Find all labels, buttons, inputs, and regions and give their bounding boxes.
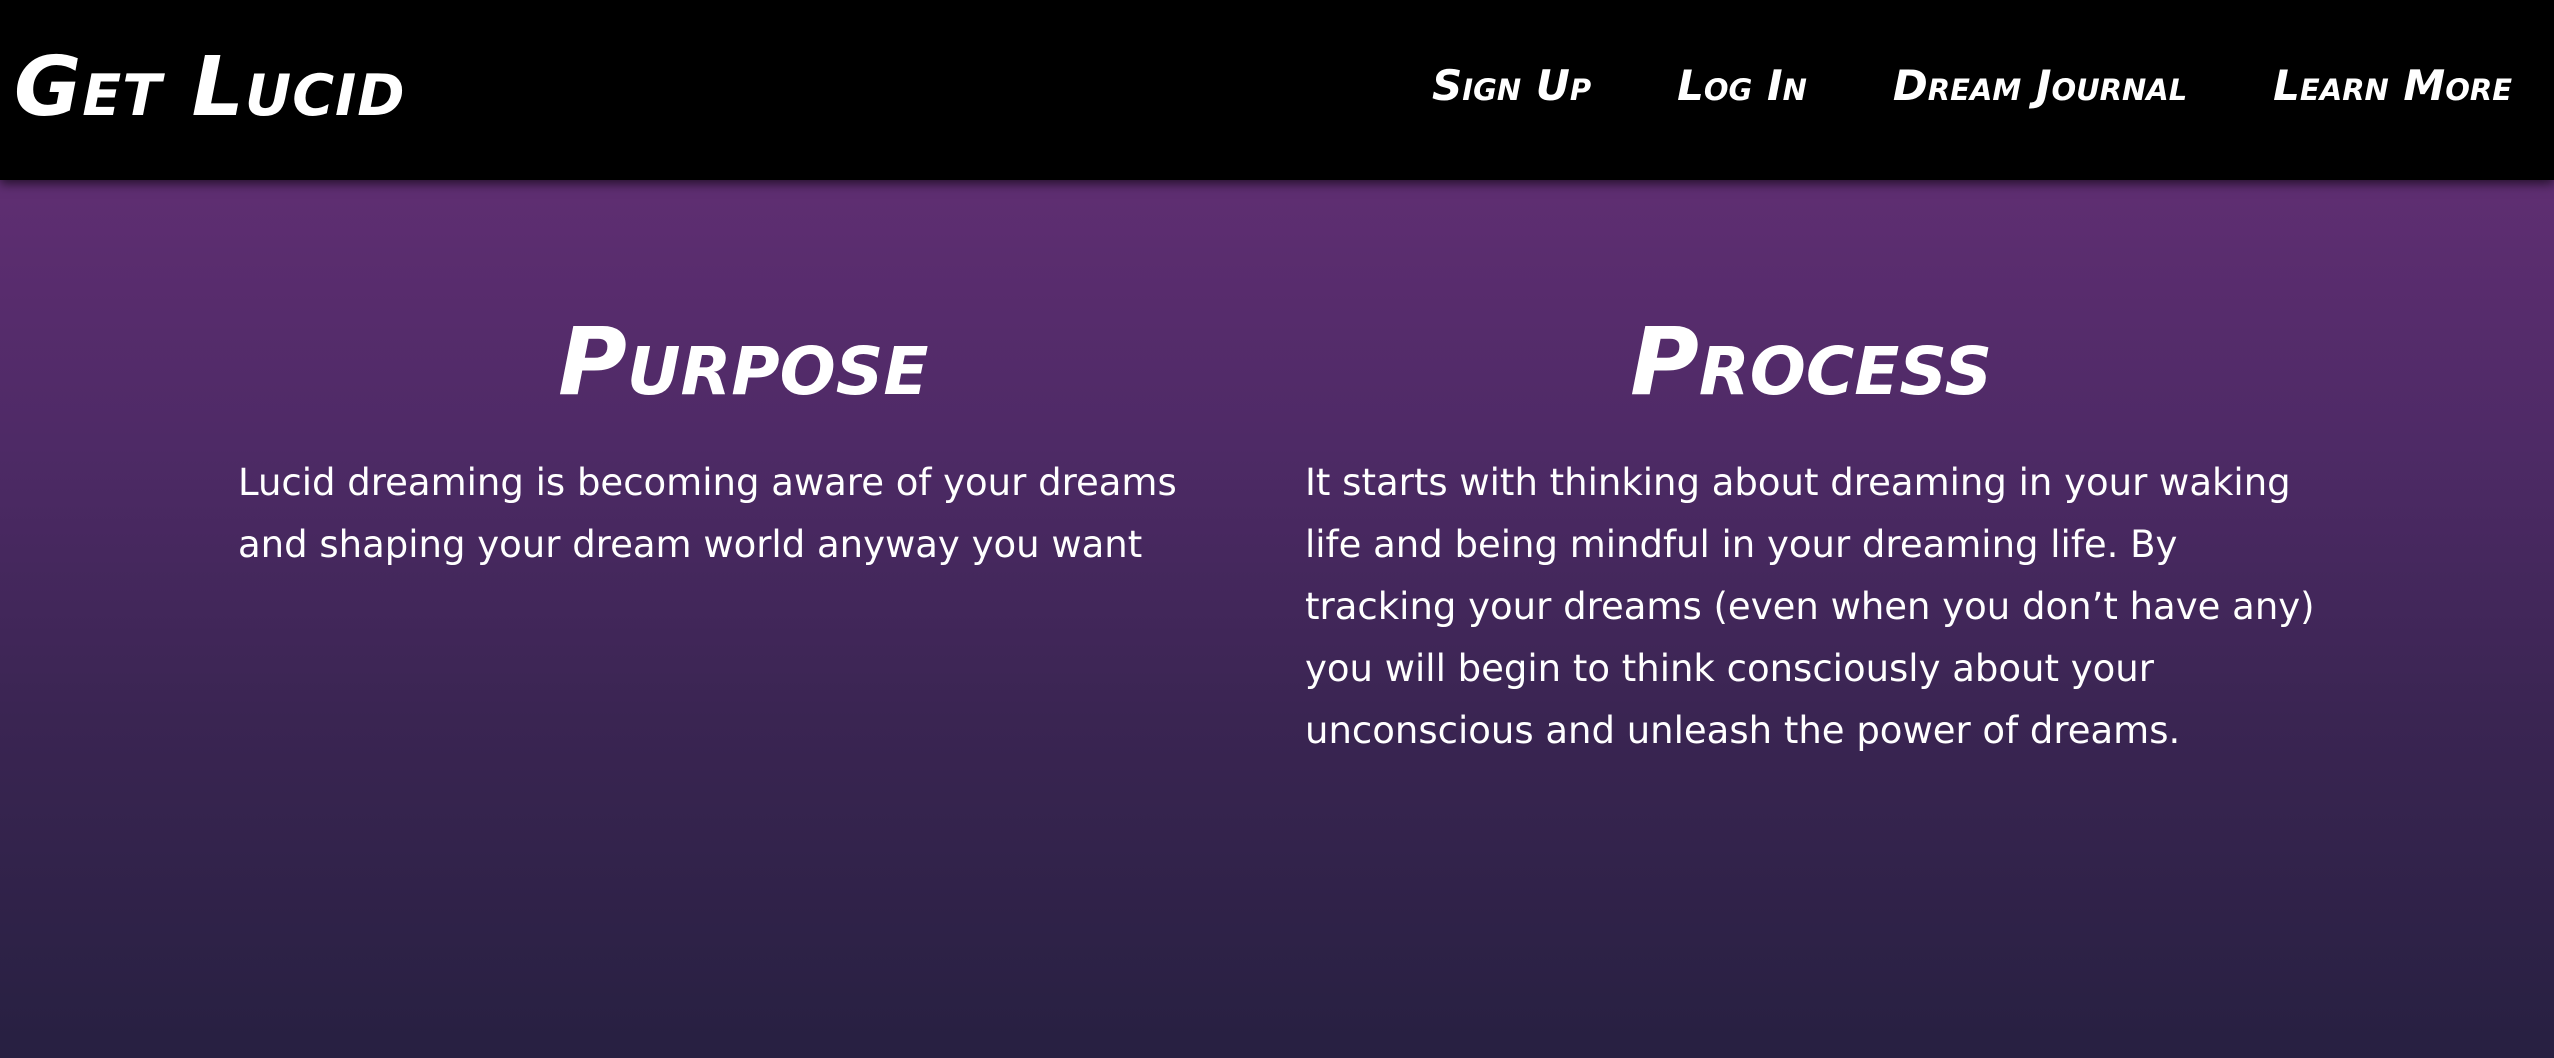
nav-link-learn-more[interactable]: Learn More [2273, 56, 2512, 116]
brand-logo-link[interactable]: Get Lucid [14, 38, 406, 138]
purpose-text: Lucid dreaming is becoming aware of your… [238, 461, 1177, 566]
navbar: Get Lucid Sign Up Log In Dream Journal L… [0, 0, 2554, 180]
nav-link-dream-journal[interactable]: Dream Journal [1893, 56, 2187, 116]
nav-link-log-in[interactable]: Log In [1677, 56, 1807, 116]
hero-section: Purpose Lucid dreaming is becoming aware… [0, 180, 2554, 1058]
purpose-heading: Purpose [558, 308, 929, 417]
process-text: It starts with thinking about dreaming i… [1305, 461, 2315, 752]
nav-links: Sign Up Log In Dream Journal Learn More [1432, 56, 2512, 116]
nav-link-sign-up[interactable]: Sign Up [1432, 56, 1591, 116]
process-heading: Process [1630, 308, 1993, 417]
